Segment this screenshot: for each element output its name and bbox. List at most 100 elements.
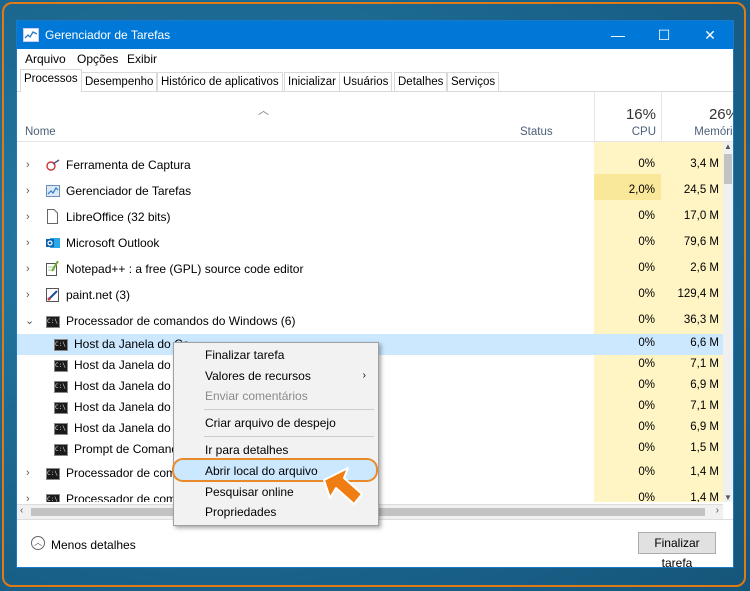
expand-chevron-icon[interactable]: › — [26, 263, 30, 275]
process-name: Processador de coma — [66, 492, 183, 502]
minimize-button[interactable]: — — [595, 21, 641, 49]
process-memory: 36,3 M — [683, 314, 719, 326]
cmd-icon: C:\ — [54, 339, 68, 351]
snipping-tool-icon — [46, 159, 60, 171]
menu-item-send-feedback: Enviar comentários — [205, 389, 308, 403]
notepadpp-icon — [46, 260, 60, 276]
table-row[interactable]: › Notepad++ : a free (GPL) source code e… — [17, 256, 723, 282]
cmd-icon: C:\ — [54, 381, 68, 393]
tab-desempenho[interactable]: Desempenho — [81, 72, 158, 91]
header-cpu[interactable]: 16% CPU — [594, 92, 662, 141]
menu-separator — [204, 409, 374, 410]
process-name: Microsoft Outlook — [66, 236, 160, 250]
cmd-icon: C:\ — [46, 468, 60, 480]
menu-item-open-file-location[interactable]: Abrir local do arquivo — [205, 464, 318, 478]
menu-item-go-to-details[interactable]: Ir para detalhes — [205, 443, 288, 457]
expand-chevron-icon[interactable]: › — [26, 493, 30, 502]
scroll-up-icon[interactable]: ▲ — [724, 142, 732, 151]
menu-item-properties[interactable]: Propriedades — [205, 505, 276, 519]
fewer-details-label: Menos detalhes — [51, 538, 136, 552]
vertical-scroll-thumb[interactable] — [724, 154, 732, 184]
expand-chevron-icon[interactable]: › — [26, 159, 30, 171]
vertical-scrollbar[interactable]: ▲ ▼ — [723, 142, 733, 502]
process-memory: 6,9 M — [690, 421, 719, 433]
process-memory: 7,1 M — [690, 358, 719, 370]
footer: ︿ Menos detalhes Finalizar tarefa — [17, 519, 733, 567]
header-status[interactable]: Status — [520, 126, 553, 138]
expand-chevron-icon[interactable]: › — [26, 289, 30, 301]
process-name: Gerenciador de Tarefas — [66, 184, 192, 198]
process-name: Notepad++ : a free (GPL) source code edi… — [66, 262, 304, 276]
process-memory: 7,1 M — [690, 400, 719, 412]
chevron-up-circle-icon: ︿ — [31, 536, 45, 550]
libreoffice-icon — [47, 209, 58, 224]
tab-inicializar[interactable]: Inicializar — [284, 72, 340, 91]
header-cpu-label: CPU — [631, 126, 656, 138]
expand-chevron-icon[interactable]: › — [26, 185, 30, 197]
process-memory: 17,0 M — [683, 210, 719, 222]
tab-bar: Processos Desempenho Histórico de aplica… — [17, 69, 733, 92]
tab-processos[interactable]: Processos — [20, 69, 82, 92]
process-cpu: 0% — [638, 337, 655, 349]
tab-servicos[interactable]: Serviços — [447, 72, 500, 91]
expand-chevron-icon[interactable]: › — [26, 467, 30, 479]
process-memory: 1,4 M — [690, 492, 719, 502]
menu-separator — [204, 436, 374, 437]
process-memory: 1,4 M — [690, 466, 719, 478]
paintnet-icon — [46, 288, 60, 302]
header-name[interactable]: Nome — [25, 126, 56, 138]
menu-item-end-task[interactable]: Finalizar tarefa — [205, 348, 284, 362]
task-manager-icon — [46, 185, 60, 197]
table-row[interactable]: › Ferramenta de Captura 0% 3,4 M — [17, 152, 723, 178]
process-name: LibreOffice (32 bits) — [66, 210, 171, 224]
table-row[interactable]: › Gerenciador de Tarefas 2,0% 24,5 M — [17, 178, 723, 204]
table-row[interactable]: › LibreOffice (32 bits) 0% 17,0 M — [17, 204, 723, 230]
cmd-icon: C:\ — [54, 360, 68, 372]
title-bar[interactable]: Gerenciador de Tarefas — ☐ ✕ — [17, 21, 733, 49]
menu-exibir[interactable]: Exibir — [127, 52, 157, 66]
process-cpu: 0% — [638, 421, 655, 433]
tab-detalhes[interactable]: Detalhes — [394, 72, 448, 91]
window-title: Gerenciador de Tarefas — [45, 28, 171, 42]
scroll-right-icon[interactable]: › — [716, 505, 719, 516]
cmd-icon: C:\ — [46, 316, 60, 328]
menu-item-resource-values[interactable]: Valores de recursos — [205, 369, 311, 383]
end-task-button[interactable]: Finalizar tarefa — [638, 532, 716, 567]
tab-usuarios[interactable]: Usuários — [339, 72, 393, 91]
expand-chevron-icon[interactable]: › — [26, 237, 30, 249]
menu-bar: Arquivo Opções Exibir — [17, 49, 733, 69]
cmd-icon: C:\ — [54, 444, 68, 456]
scroll-left-icon[interactable]: ‹ — [20, 505, 23, 516]
menu-item-search-online[interactable]: Pesquisar online — [205, 485, 294, 499]
process-name: Processador de coma — [66, 466, 183, 480]
submenu-arrow-icon: › — [362, 370, 366, 381]
scroll-down-icon[interactable]: ▼ — [724, 493, 732, 502]
table-row[interactable]: ⌄ C:\ Processador de comandos do Windows… — [17, 308, 723, 334]
process-cpu: 0% — [638, 400, 655, 412]
process-memory: 3,4 M — [690, 158, 719, 170]
maximize-button[interactable]: ☐ — [641, 21, 687, 49]
table-row[interactable]: › paint.net (3) 0% 129,4 M — [17, 282, 723, 308]
collapse-chevron-icon[interactable]: ⌄ — [25, 314, 34, 327]
header-memory[interactable]: 26% Memória — [661, 92, 733, 141]
table-row[interactable]: › Microsoft Outlook 0% 79,6 M — [17, 230, 723, 256]
tab-historico[interactable]: Histórico de aplicativos — [157, 72, 283, 91]
process-name: Processador de comandos do Windows (6) — [66, 314, 296, 328]
header-memory-label: Memória — [694, 126, 733, 138]
process-memory: 24,5 M — [683, 184, 719, 196]
menu-opcoes[interactable]: Opções — [77, 52, 118, 66]
expand-chevron-icon[interactable]: › — [26, 211, 30, 223]
header-memory-percent: 26% — [708, 106, 733, 123]
close-button[interactable]: ✕ — [687, 21, 733, 49]
cmd-icon: C:\ — [54, 423, 68, 435]
process-cpu: 0% — [638, 262, 655, 274]
menu-arquivo[interactable]: Arquivo — [25, 52, 66, 66]
cmd-icon: C:\ — [46, 494, 60, 502]
sort-chevron-icon: ︿ — [258, 105, 269, 117]
menu-item-create-dump[interactable]: Criar arquivo de despejo — [205, 416, 336, 430]
cmd-icon: C:\ — [54, 402, 68, 414]
process-memory: 79,6 M — [683, 236, 719, 248]
process-cpu: 0% — [638, 288, 655, 300]
process-memory: 2,6 M — [690, 262, 719, 274]
process-name: Ferramenta de Captura — [66, 158, 191, 172]
